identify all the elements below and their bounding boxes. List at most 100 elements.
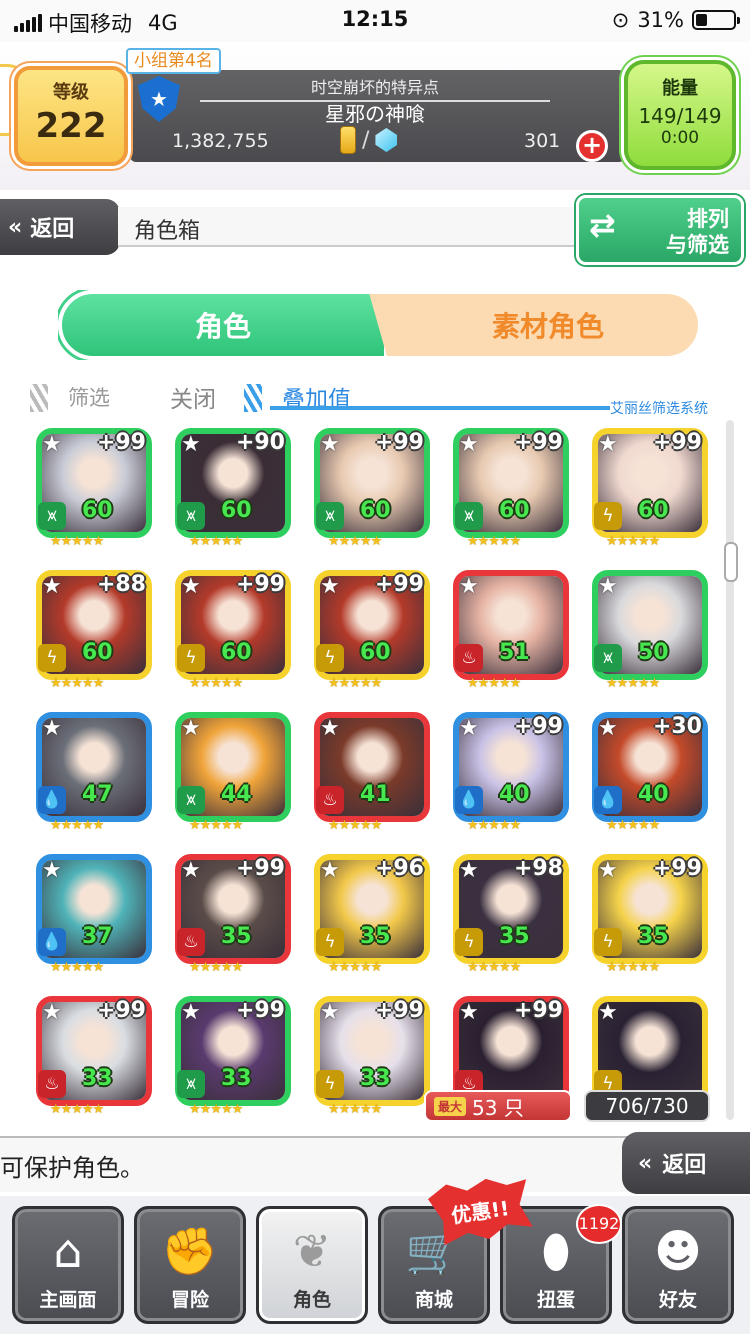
favorite-star-icon[interactable]: ★ [598,1000,618,1025]
favorite-star-icon[interactable]: ★ [459,432,479,457]
nav-label: 好友 [658,1289,697,1311]
character-card[interactable]: ★ +99 ϟ 60 ★★★★★ [175,570,291,694]
plus-value: +99 [513,998,563,1023]
favorite-star-icon[interactable]: ★ [320,574,340,599]
sort-filter-button[interactable]: ⇄ 排列 与筛选 [576,195,744,265]
plus-value: +99 [374,572,424,597]
favorite-star-icon[interactable]: ★ [42,1000,62,1025]
favorite-star-icon[interactable]: ★ [42,716,62,741]
character-card[interactable]: ★ 💧 37 ★★★★★ [36,854,152,978]
character-card[interactable]: ★ +99 ⩙ 33 ★★★★★ [175,996,291,1120]
character-card[interactable]: ★ +99 ϟ 33 ★★★★★ [314,996,430,1120]
character-card[interactable]: ★ +99 ♨ 33 ★★★★★ [36,996,152,1120]
buy-crystal-button[interactable]: + [576,130,608,162]
favorite-star-icon[interactable]: ★ [598,716,618,741]
water-element-icon: 💧 [38,786,66,814]
rarity-stars-icon: ★★★★★ [189,960,243,975]
character-level: 33 [360,1066,391,1091]
thunder-element-icon: ϟ [455,928,483,956]
scrollbar-track[interactable] [726,420,734,1120]
favorite-star-icon[interactable]: ★ [42,858,62,883]
character-card[interactable]: ★ +99 💧 40 ★★★★★ [453,712,569,836]
favorite-star-icon[interactable]: ★ [320,1000,340,1025]
favorite-star-icon[interactable]: ★ [459,574,479,599]
back-button[interactable]: « 返回 [0,199,120,255]
energy-timer: 0:00 [660,128,700,148]
rarity-stars-icon: ★★★★★ [50,676,104,691]
favorite-star-icon[interactable]: ★ [181,716,201,741]
character-level: 40 [499,782,530,807]
character-level: 51 [499,640,530,665]
favorite-star-icon[interactable]: ★ [459,858,479,883]
character-level: 60 [638,498,669,523]
rarity-stars-icon: ★★★★★ [328,534,382,549]
plus-value: +99 [374,998,424,1023]
character-card[interactable]: ★ ♨ 51 ★★★★★ [453,570,569,694]
favorite-star-icon[interactable]: ★ [598,858,618,883]
nav-friends[interactable]: ☻ 好友 [622,1206,734,1324]
home-icon: ⌂ [53,1224,83,1278]
favorite-star-icon[interactable]: ★ [320,716,340,741]
bottom-back-button[interactable]: « 返回 [622,1132,750,1194]
character-card[interactable]: ★ +96 ϟ 35 ★★★★★ [314,854,430,978]
character-card[interactable]: ★ 💧 47 ★★★★★ [36,712,152,836]
character-card[interactable]: ★ +98 ϟ 35 ★★★★★ [453,854,569,978]
filter-label[interactable]: 筛选 [68,382,110,412]
scrollbar-thumb[interactable] [724,542,738,582]
favorite-star-icon[interactable]: ★ [181,432,201,457]
favorite-star-icon[interactable]: ★ [42,432,62,457]
character-level: 40 [638,782,669,807]
rarity-stars-icon: ★★★★★ [328,1102,382,1117]
thunder-element-icon: ϟ [177,644,205,672]
character-card[interactable]: ★ +30 💧 40 ★★★★★ [592,712,708,836]
character-card[interactable]: ★ +99 ϟ 60 ★★★★★ [592,428,708,552]
character-level: 60 [360,498,391,523]
rarity-stars-icon: ★★★★★ [189,676,243,691]
character-card[interactable]: ★ +99 ⩙ 60 ★★★★★ [314,428,430,552]
character-card[interactable]: ★ ♨ 41 ★★★★★ [314,712,430,836]
favorite-star-icon[interactable]: ★ [181,574,201,599]
favorite-star-icon[interactable]: ★ [181,858,201,883]
character-card[interactable]: ★ +90 ⩙ 60 ★★★★★ [175,428,291,552]
character-card[interactable]: ★ ⩙ 50 ★★★★★ [592,570,708,694]
favorite-star-icon[interactable]: ★ [459,716,479,741]
wind-element-icon: ⩙ [316,502,344,530]
rotation-lock-icon: ⊙ [611,8,630,32]
nav-bunny[interactable]: ❦ 角色 [256,1206,368,1324]
nav-home[interactable]: ⌂ 主画面 [12,1206,124,1324]
character-level: 60 [499,498,530,523]
level-label: 等级 [53,82,89,103]
character-card[interactable]: ★ ⩙ 44 ★★★★★ [175,712,291,836]
favorite-star-icon[interactable]: ★ [42,574,62,599]
nav-label: 角色 [292,1289,331,1311]
character-card[interactable]: ★ +99 ♨ 35 ★★★★★ [175,854,291,978]
tab-characters[interactable]: 角色 [58,290,388,360]
favorite-star-icon[interactable]: ★ [320,432,340,457]
max-count: 53 只 [472,1095,524,1120]
box-count: 706/730 [584,1090,710,1122]
rarity-stars-icon: ★★★★★ [467,960,521,975]
favorite-star-icon[interactable]: ★ [598,432,618,457]
filter-state[interactable]: 关闭 [170,380,216,414]
favorite-star-icon[interactable]: ★ [181,1000,201,1025]
character-card[interactable]: ★ +99 ϟ 35 ★★★★★ [592,854,708,978]
plus-value: +99 [513,430,563,455]
character-card[interactable]: ★ +88 ϟ 60 ★★★★★ [36,570,152,694]
character-level: 33 [221,1066,252,1091]
tab-material-characters[interactable]: 素材角色 [358,294,698,356]
favorite-star-icon[interactable]: ★ [320,858,340,883]
fire-element-icon: ♨ [455,644,483,672]
plus-value: +99 [513,714,563,739]
character-card[interactable]: ★ +99 ϟ 60 ★★★★★ [314,570,430,694]
favorite-star-icon[interactable]: ★ [459,1000,479,1025]
rarity-stars-icon: ★★★★★ [606,818,660,833]
stripe-decoration-blue [244,384,262,412]
energy-panel[interactable]: 能量 149/149 0:00 [624,60,736,170]
favorite-star-icon[interactable]: ★ [598,574,618,599]
character-card[interactable]: ★ +99 ⩙ 60 ★★★★★ [36,428,152,552]
quest-title[interactable]: 星邪の神喰 [200,98,550,127]
thunder-element-icon: ϟ [38,644,66,672]
character-card[interactable]: ★ +99 ⩙ 60 ★★★★★ [453,428,569,552]
bunny-icon: ❦ [292,1224,332,1278]
nav-fist[interactable]: ✊ 冒险 [134,1206,246,1324]
